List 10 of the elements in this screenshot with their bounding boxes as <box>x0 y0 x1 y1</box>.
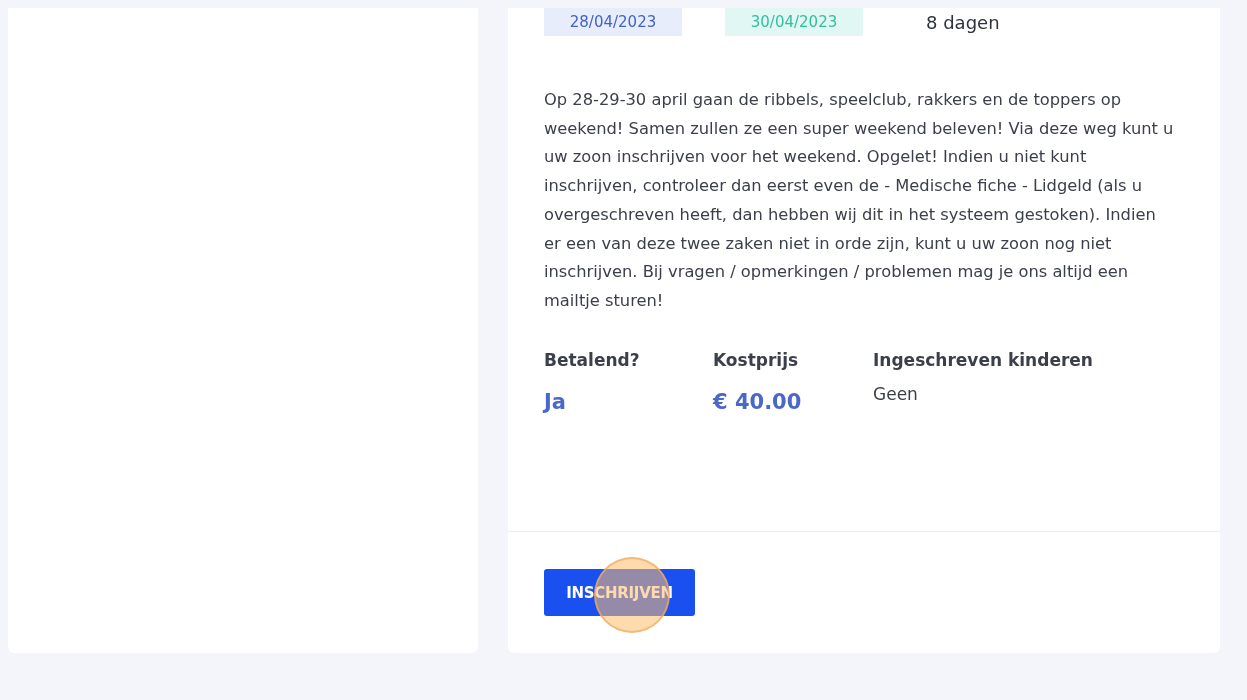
detail-label: Betalend? <box>544 349 641 370</box>
duration-text: 8 dagen <box>926 11 1000 33</box>
event-description: Op 28-29-30 april gaan de ribbels, speelclub, rakkers en de toppers op weekend! Samen zullen ze een super weekend beleven! Via deze weg kunt u uw zoon inschrijven voor het weekend. Opgelet! Indien u niet kunt inschrijven, controleer dan eerst even de - Medische fiche - Lidgeld (als u overgeschreven heeft, dan hebben wij dit in het systeem gestoken). Indien er een van deze twee zaken niet in orde zijn, kunt u uw zoon nog niet inschrijven. Bij vragen / opmerkingen / problemen mag je ons altijd een mailtje sturen! <box>544 89 1174 312</box>
detail-value: Ja <box>544 389 567 414</box>
end-date-badge: 30/04/2023 <box>725 8 863 36</box>
detail-label: Ingeschreven kinderen <box>873 349 1093 370</box>
detail-value: Geen <box>873 383 919 404</box>
detail-label: Kostprijs <box>713 349 800 370</box>
detail-value: € 40.00 <box>713 389 803 414</box>
start-date-badge: 28/04/2023 <box>544 8 682 36</box>
